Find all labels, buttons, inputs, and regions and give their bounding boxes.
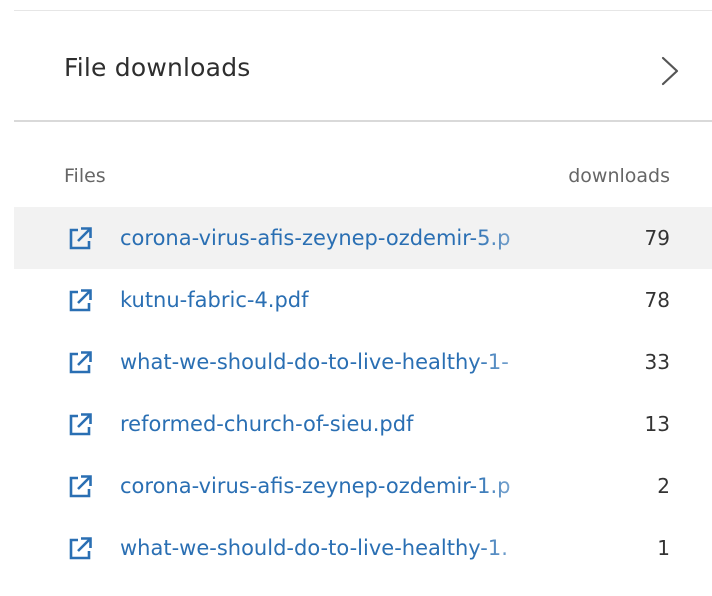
file-row[interactable]: what-we-should-do-to-live-healthy-1- 33 (14, 331, 712, 393)
file-link[interactable]: kutnu-fabric-4.pdf (120, 288, 560, 312)
download-count: 78 (644, 288, 670, 312)
download-count: 1 (657, 536, 670, 560)
external-link-icon[interactable] (66, 225, 94, 253)
download-count: 13 (644, 412, 670, 436)
external-link-icon[interactable] (66, 535, 94, 563)
file-list: corona-virus-afis-zeynep-ozdemir-5.p 79 … (14, 207, 712, 579)
external-link-icon[interactable] (66, 287, 94, 315)
file-row[interactable]: what-we-should-do-to-live-healthy-1. 1 (14, 517, 712, 579)
file-row[interactable]: kutnu-fabric-4.pdf 78 (14, 269, 712, 331)
downloads-column-header: downloads (568, 165, 670, 187)
external-link-icon[interactable] (66, 473, 94, 501)
file-downloads-panel: File downloads Files downloads corona-vi… (0, 0, 712, 596)
file-link[interactable]: corona-virus-afis-zeynep-ozdemir-1.p (120, 474, 560, 498)
panel-header[interactable]: File downloads (14, 11, 712, 122)
file-row[interactable]: reformed-church-of-sieu.pdf 13 (14, 393, 712, 455)
download-count: 79 (644, 226, 670, 250)
file-row[interactable]: corona-virus-afis-zeynep-ozdemir-1.p 2 (14, 455, 712, 517)
file-link[interactable]: what-we-should-do-to-live-healthy-1. (120, 536, 560, 560)
panel-title: File downloads (64, 53, 251, 82)
download-count: 2 (657, 474, 670, 498)
chevron-right-icon[interactable] (657, 55, 683, 87)
external-link-icon[interactable] (66, 411, 94, 439)
file-link[interactable]: corona-virus-afis-zeynep-ozdemir-5.p (120, 226, 560, 250)
download-count: 33 (644, 350, 670, 374)
external-link-icon[interactable] (66, 349, 94, 377)
files-column-header: Files (64, 165, 106, 187)
file-link[interactable]: reformed-church-of-sieu.pdf (120, 412, 560, 436)
file-row[interactable]: corona-virus-afis-zeynep-ozdemir-5.p 79 (14, 207, 712, 269)
file-link[interactable]: what-we-should-do-to-live-healthy-1- (120, 350, 560, 374)
